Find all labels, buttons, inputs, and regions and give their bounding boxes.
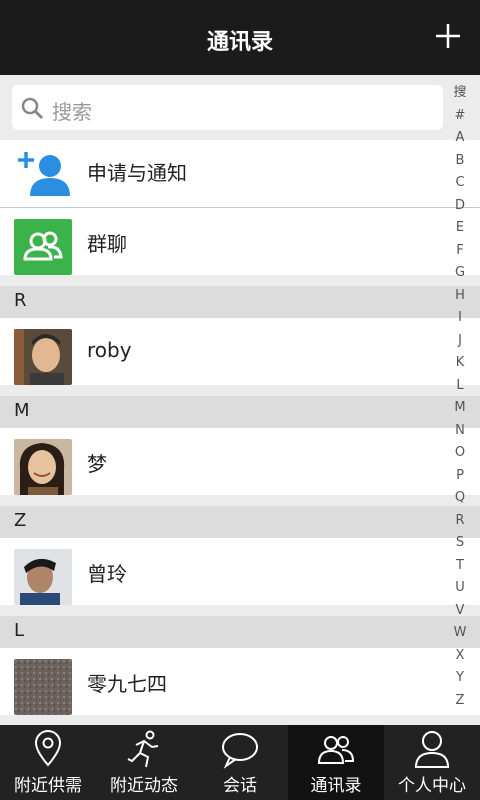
index-letter[interactable]: F [440,240,480,263]
index-letter[interactable]: # [440,105,480,128]
contact-name: 零九七四 [87,672,167,696]
section-header: M [0,396,480,428]
alphabet-index[interactable]: 搜 # A B C D E F G H I J K L M N O P Q R … [440,82,480,712]
search-icon [21,97,44,120]
index-letter[interactable]: B [440,150,480,173]
index-letter[interactable]: L [440,375,480,398]
search-bar: 搜索 [0,75,480,140]
contact-row[interactable]: 梦 [0,428,480,495]
tab-nearby-supply[interactable]: 附近供需 [0,725,96,800]
tab-contacts[interactable]: 通讯录 [288,725,384,800]
index-letter[interactable]: P [440,465,480,488]
index-letter[interactable]: I [440,307,480,330]
tab-label: 会话 [223,776,257,796]
index-letter[interactable]: 搜 [440,82,480,105]
contacts-icon [317,736,355,764]
list-item-label: 申请与通知 [87,161,187,185]
search-placeholder: 搜索 [52,100,92,124]
index-letter[interactable]: Y [440,667,480,690]
section-letter: M [14,400,30,421]
contact-row[interactable]: roby [0,318,480,385]
list-item-group-chat[interactable]: 群聊 [0,208,480,275]
section-letter: R [14,290,27,311]
app-header: 通讯录 [0,0,480,75]
index-letter[interactable]: H [440,285,480,308]
tab-nearby-moments[interactable]: 附近动态 [96,725,192,800]
avatar [14,329,72,385]
contact-name: 曾玲 [87,562,127,586]
index-letter[interactable]: D [440,195,480,218]
tab-profile[interactable]: 个人中心 [384,725,480,800]
tab-chats[interactable]: 会话 [192,725,288,800]
section-letter: Z [14,510,27,531]
index-letter[interactable]: E [440,217,480,240]
index-letter[interactable]: S [440,532,480,555]
index-letter[interactable]: Q [440,487,480,510]
index-letter[interactable]: N [440,420,480,443]
tab-label: 附近动态 [110,776,178,796]
tab-label: 附近供需 [14,776,82,796]
index-letter[interactable]: O [440,442,480,465]
avatar [14,549,72,605]
section-header: L [0,616,480,648]
index-letter[interactable]: K [440,352,480,375]
index-letter[interactable]: X [440,645,480,668]
person-icon [414,731,450,768]
search-input[interactable]: 搜索 [12,85,443,130]
index-letter[interactable]: V [440,600,480,623]
contact-name: 梦 [87,452,107,476]
index-letter[interactable]: U [440,577,480,600]
section-header: R [0,286,480,318]
tab-label: 个人中心 [398,776,466,796]
contact-row[interactable]: 零九七四 [0,648,480,715]
running-person-icon [127,730,159,768]
index-letter[interactable]: A [440,127,480,150]
contact-name: roby [87,338,132,362]
list-item-requests[interactable]: 申请与通知 [0,140,480,207]
avatar [14,659,72,715]
section-letter: L [14,620,25,641]
index-letter[interactable]: M [440,397,480,420]
avatar [14,439,72,495]
bottom-tab-bar: 附近供需 附近动态 会话 通讯录 个人中心 [0,725,480,800]
index-letter[interactable]: T [440,555,480,578]
index-letter[interactable]: Z [440,690,480,713]
group-chat-icon [14,219,72,275]
page-title: 通讯录 [206,30,273,55]
chat-bubble-icon [222,733,258,769]
location-pin-icon [34,730,62,767]
index-letter[interactable]: J [440,330,480,353]
index-letter[interactable]: W [440,622,480,645]
list-item-label: 群聊 [87,232,127,256]
section-header: Z [0,506,480,538]
add-icon[interactable] [430,18,466,54]
contact-row[interactable]: 曾玲 [0,538,480,605]
index-letter[interactable]: G [440,262,480,285]
add-contact-icon [14,148,72,204]
tab-label: 通讯录 [310,776,362,796]
index-letter[interactable]: C [440,172,480,195]
index-letter[interactable]: R [440,510,480,533]
